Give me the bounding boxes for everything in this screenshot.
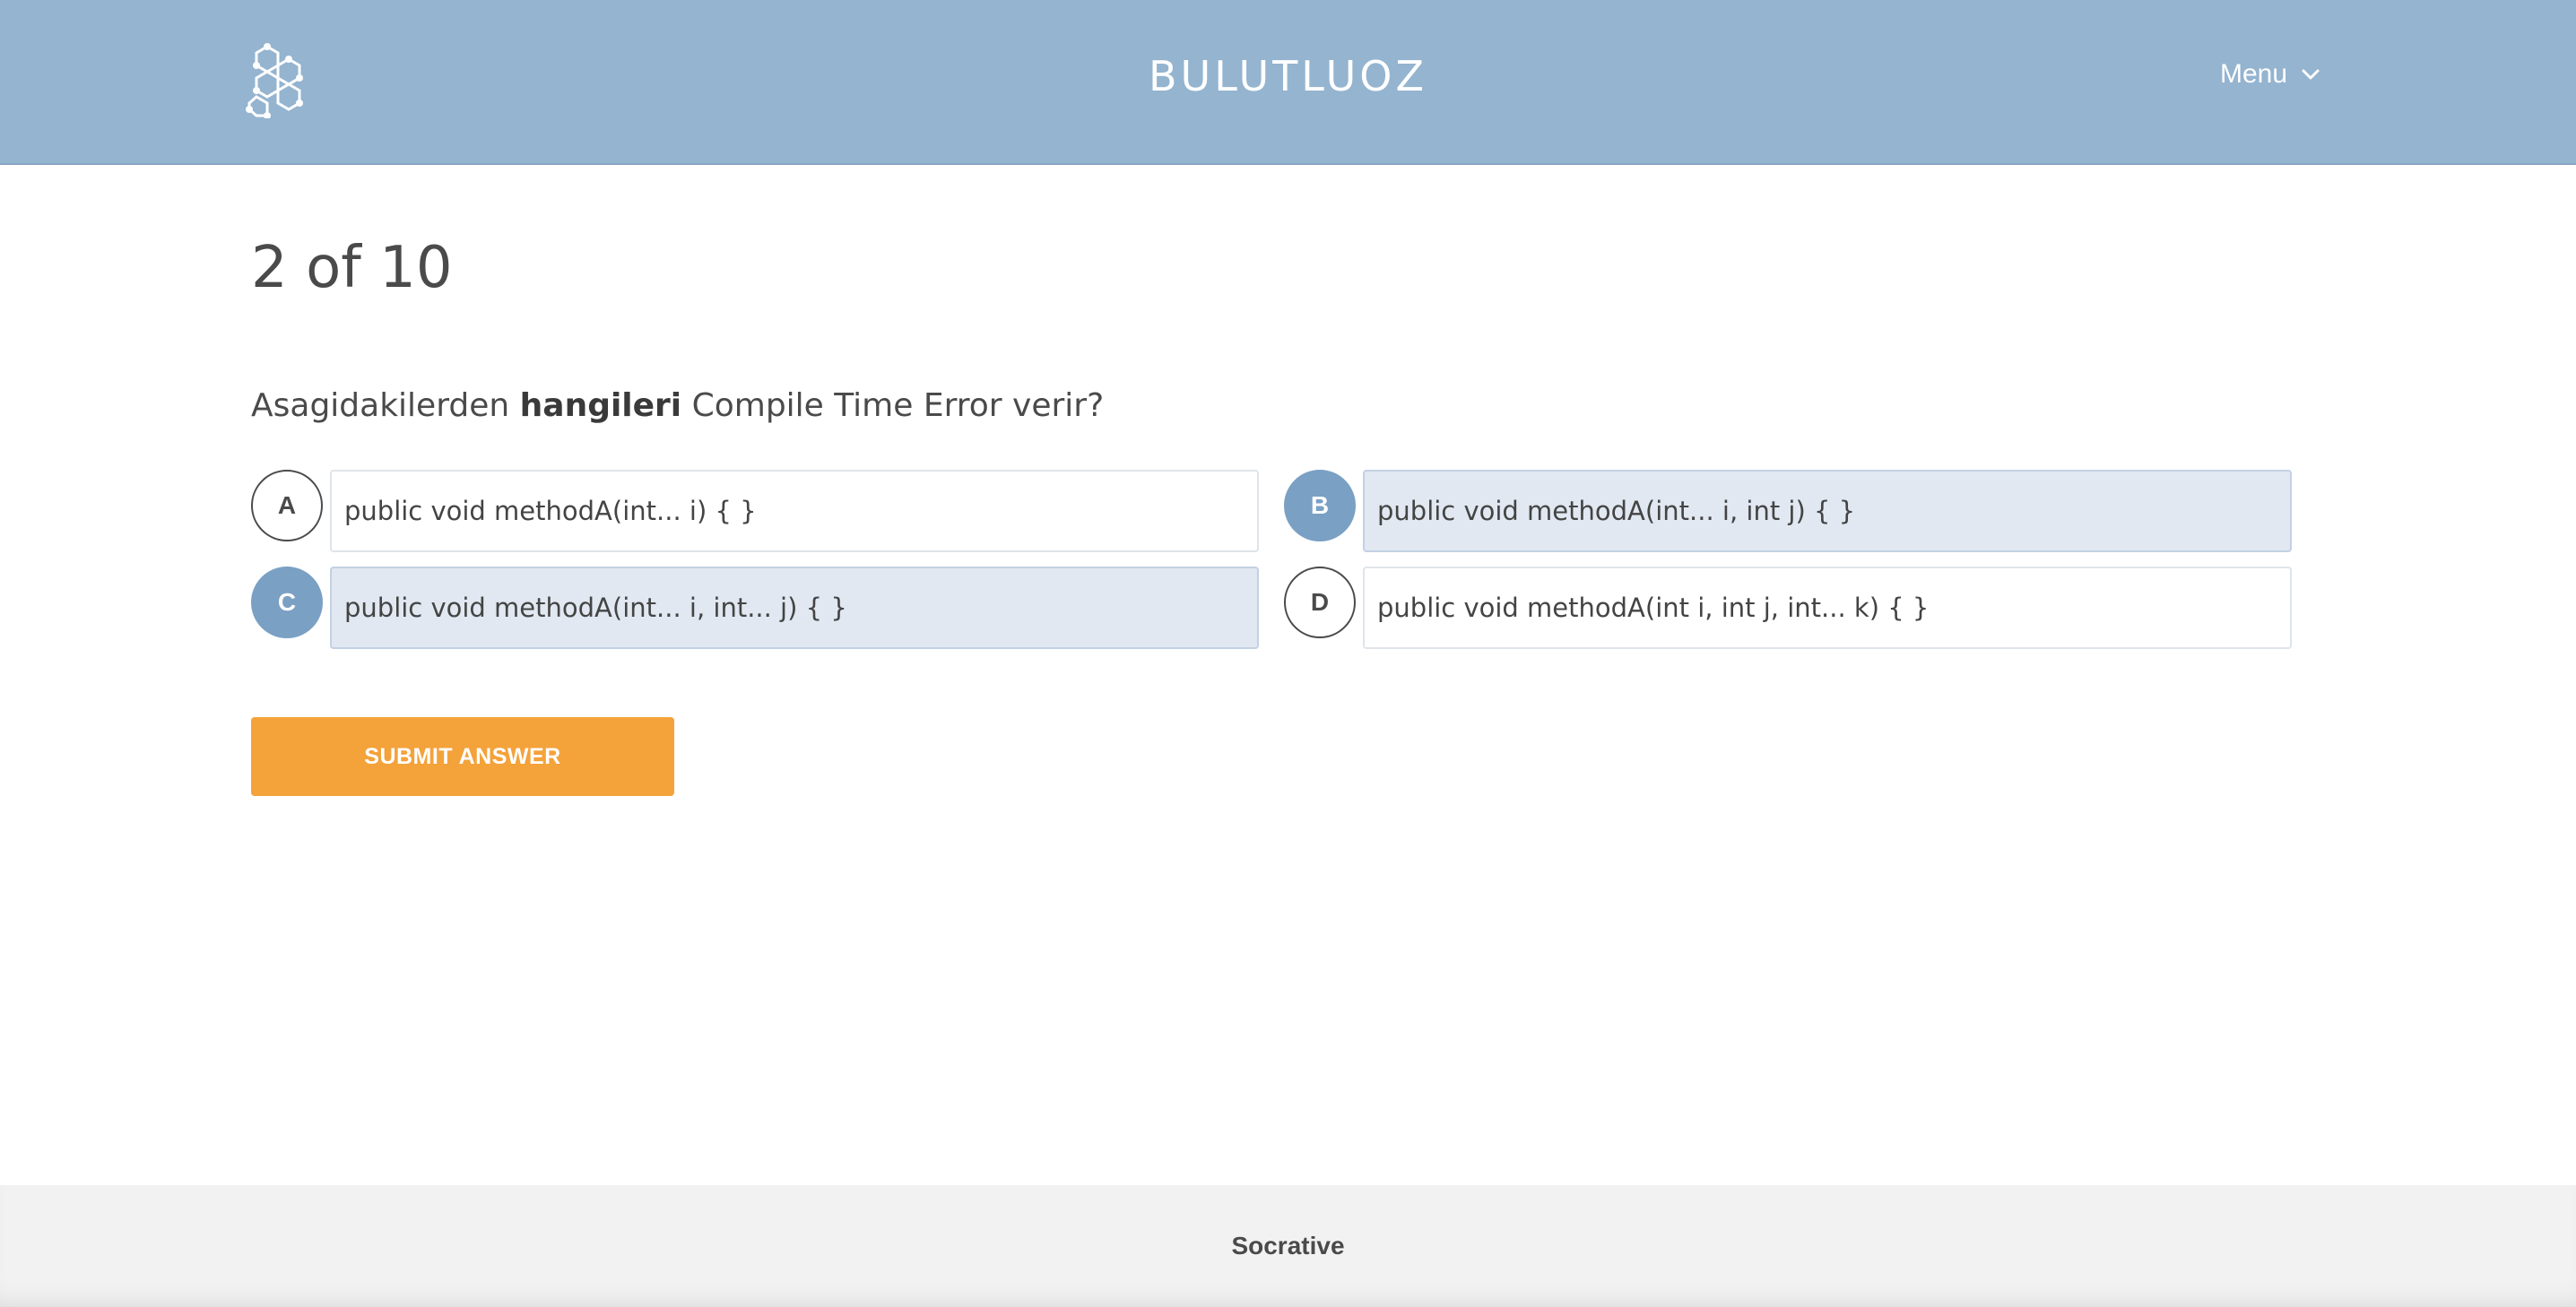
submit-answer-button[interactable]: SUBMIT ANSWER <box>251 717 674 796</box>
app-title: BULUTLUOZ <box>1148 52 1428 100</box>
question-progress: 2 of 10 <box>251 235 453 301</box>
quiz-page: BULUTLUOZ Menu 2 of 10 Asagidakilerden h… <box>0 0 2576 1307</box>
question-suffix: Compile Time Error verir? <box>681 387 1105 424</box>
option-letter-c[interactable]: C <box>251 567 323 638</box>
footer-brand: Socrative <box>1231 1232 1345 1259</box>
question-text: Asagidakilerden hangileri Compile Time E… <box>251 387 1104 424</box>
chevron-down-icon <box>2302 69 2320 80</box>
answer-option-a[interactable]: A public void methodA(int... i) { } <box>251 470 1259 552</box>
answer-option-b[interactable]: B public void methodA(int... i, int j) {… <box>1284 470 2292 552</box>
menu-button[interactable]: Menu <box>2220 59 2320 90</box>
option-letter-d[interactable]: D <box>1284 567 1356 638</box>
question-prefix: Asagidakilerden <box>251 387 520 424</box>
menu-label: Menu <box>2220 59 2288 89</box>
answer-option-d[interactable]: D public void methodA(int i, int j, int.… <box>1284 567 2292 649</box>
option-text-a[interactable]: public void methodA(int... i) { } <box>330 470 1259 552</box>
option-text-d[interactable]: public void methodA(int i, int j, int...… <box>1363 567 2292 649</box>
answer-option-c[interactable]: C public void methodA(int... i, int... j… <box>251 567 1259 649</box>
footer: Socrative <box>0 1185 2576 1307</box>
option-text-c[interactable]: public void methodA(int... i, int... j) … <box>330 567 1259 649</box>
option-letter-a[interactable]: A <box>251 470 323 541</box>
top-header: BULUTLUOZ Menu <box>0 0 2576 165</box>
question-emphasis: hangileri <box>519 387 682 424</box>
option-letter-b[interactable]: B <box>1284 470 1356 541</box>
option-text-b[interactable]: public void methodA(int... i, int j) { } <box>1363 470 2292 552</box>
